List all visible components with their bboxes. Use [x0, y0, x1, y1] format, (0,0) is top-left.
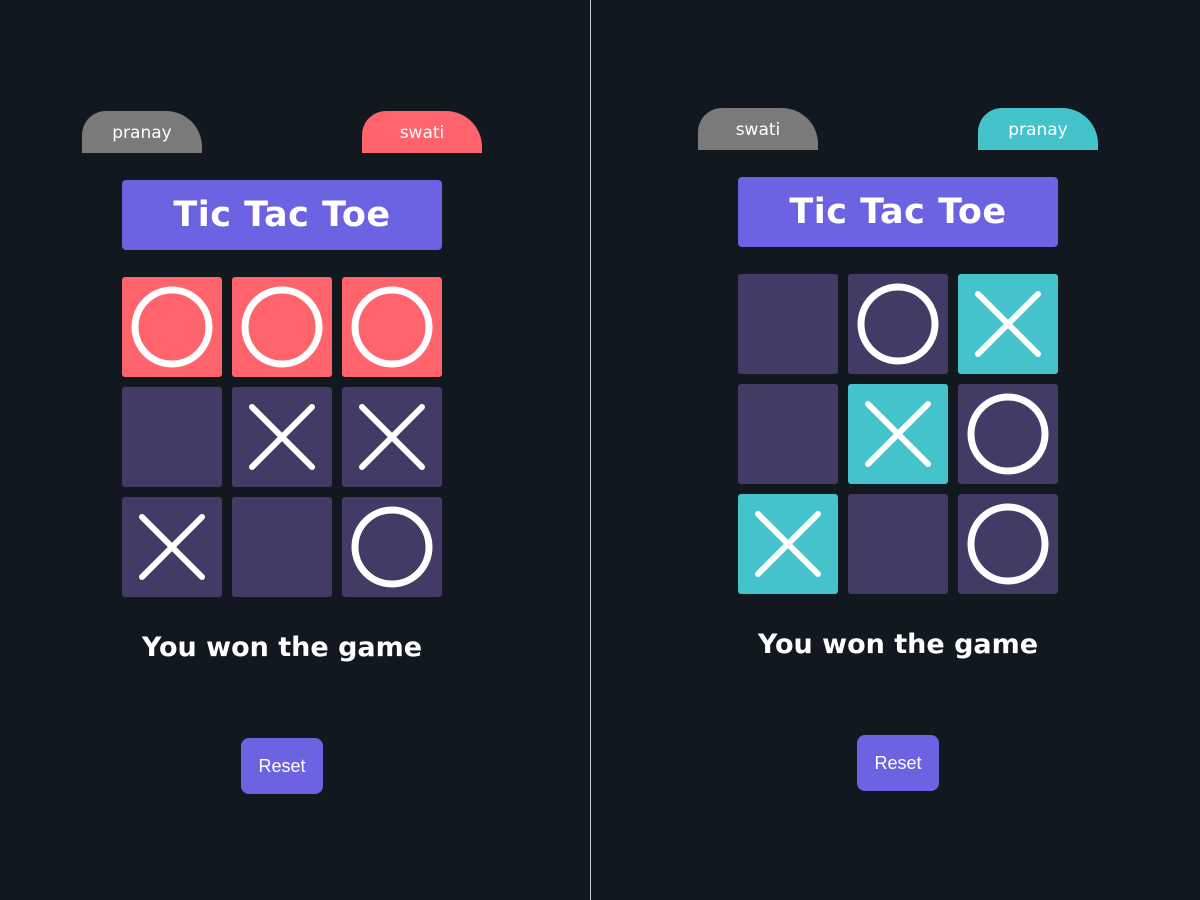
- board-cell[interactable]: [232, 497, 332, 597]
- board-cell[interactable]: [342, 277, 442, 377]
- o-mark-icon: [857, 283, 939, 365]
- o-mark-icon: [241, 286, 323, 368]
- player-tag-right: pranay: [978, 108, 1098, 150]
- game-title: Tic Tac Toe: [738, 177, 1058, 247]
- player-tag-right: swati: [362, 111, 482, 153]
- board-cell[interactable]: [848, 494, 948, 594]
- reset-button[interactable]: Reset: [857, 735, 939, 791]
- game-board: [738, 274, 1058, 594]
- x-mark-icon: [249, 404, 315, 470]
- app-stage: pranay swati Tic Tac Toe You won the gam…: [0, 0, 1200, 900]
- board-cell[interactable]: [342, 387, 442, 487]
- status-message: You won the game: [141, 632, 423, 663]
- x-mark-icon: [755, 511, 821, 577]
- game-panel-left: pranay swati Tic Tac Toe You won the gam…: [0, 0, 590, 900]
- player-tag-left: swati: [698, 108, 818, 150]
- o-mark-icon: [967, 503, 1049, 585]
- board-cell[interactable]: [738, 274, 838, 374]
- board-cell[interactable]: [738, 384, 838, 484]
- board-cell[interactable]: [232, 277, 332, 377]
- board-cell[interactable]: [958, 274, 1058, 374]
- o-mark-icon: [351, 506, 433, 588]
- o-mark-icon: [351, 286, 433, 368]
- x-mark-icon: [139, 514, 205, 580]
- board-cell[interactable]: [848, 274, 948, 374]
- o-mark-icon: [967, 393, 1049, 475]
- player-tag-left: pranay: [82, 111, 202, 153]
- board-cell[interactable]: [122, 387, 222, 487]
- reset-button[interactable]: Reset: [241, 738, 323, 794]
- board-cell[interactable]: [342, 497, 442, 597]
- game-board: [122, 277, 442, 597]
- x-mark-icon: [975, 291, 1041, 357]
- o-mark-icon: [131, 286, 213, 368]
- board-cell[interactable]: [848, 384, 948, 484]
- x-mark-icon: [865, 401, 931, 467]
- board-cell[interactable]: [958, 494, 1058, 594]
- status-message: You won the game: [757, 629, 1039, 660]
- board-cell[interactable]: [958, 384, 1058, 484]
- game-panel-right: swati pranay Tic Tac Toe You won the gam…: [591, 0, 1200, 900]
- x-mark-icon: [359, 404, 425, 470]
- board-cell[interactable]: [738, 494, 838, 594]
- board-cell[interactable]: [122, 277, 222, 377]
- game-title: Tic Tac Toe: [122, 180, 442, 250]
- board-cell[interactable]: [122, 497, 222, 597]
- board-cell[interactable]: [232, 387, 332, 487]
